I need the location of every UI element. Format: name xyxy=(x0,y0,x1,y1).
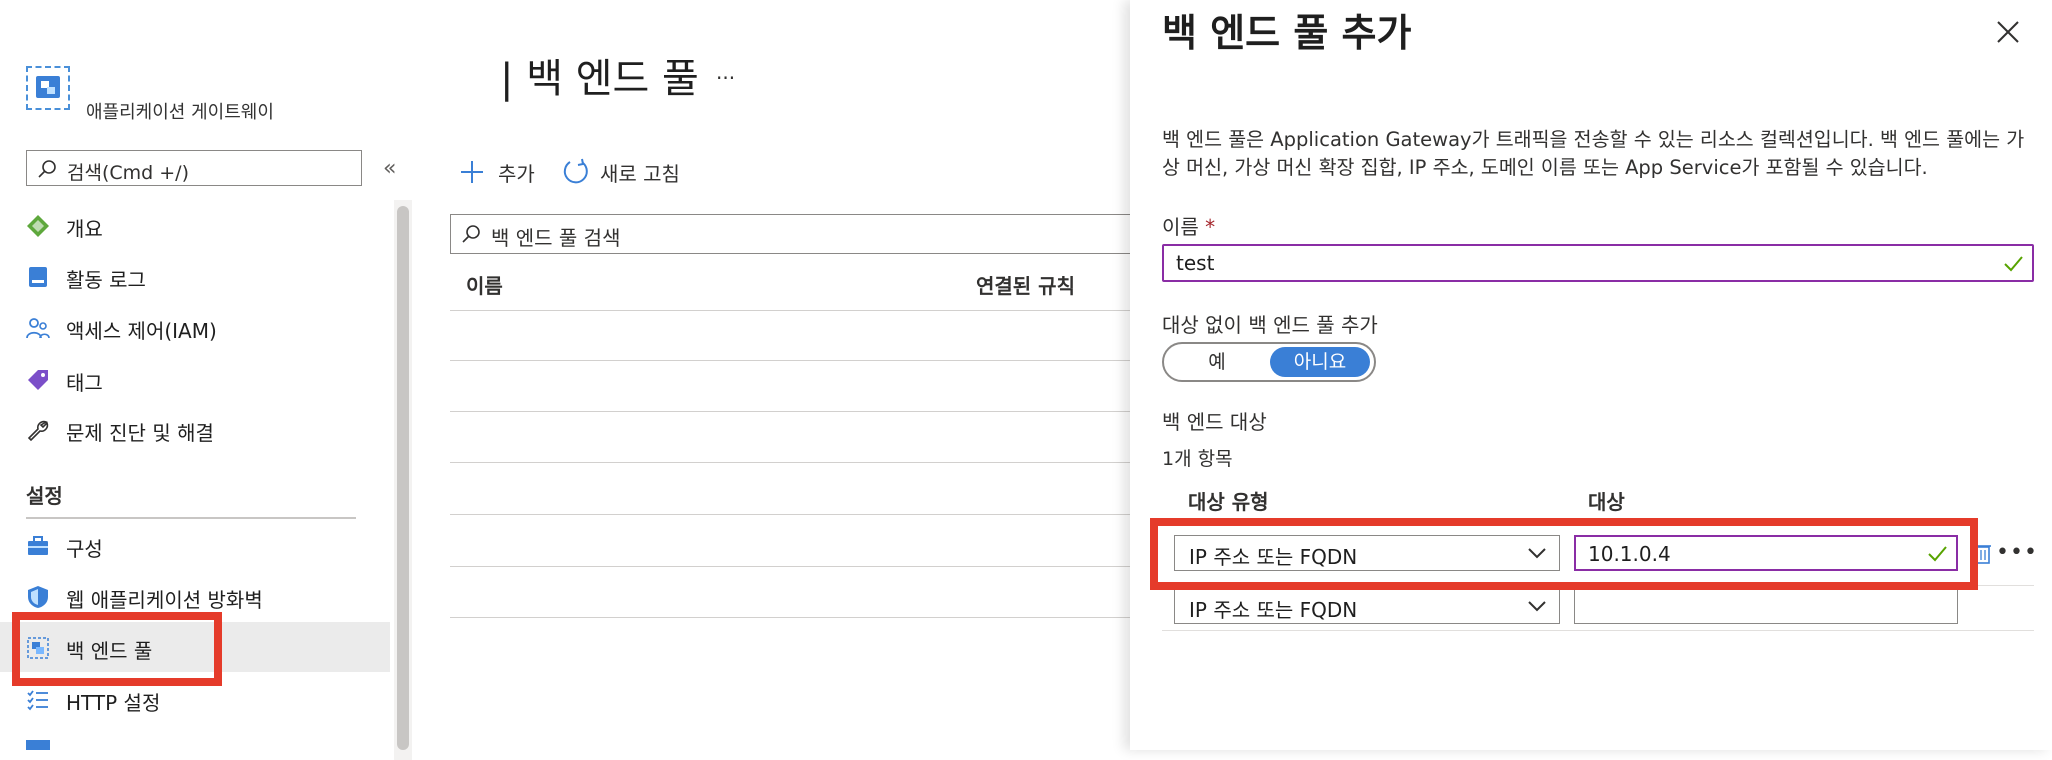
sidebar-item-label: 액세스 제어(IAM) xyxy=(66,319,217,343)
list-check-icon xyxy=(27,690,48,711)
shield-icon xyxy=(28,586,48,608)
name-input-value: test xyxy=(1176,251,1215,275)
overview-diamond-icon xyxy=(27,215,49,237)
sidebar-item-overview[interactable]: 개요 xyxy=(0,200,390,250)
target-type-value: IP 주소 또는 FQDN xyxy=(1189,598,1358,622)
collapse-sidebar-button[interactable]: « xyxy=(383,156,396,181)
column-header-target-type: 대상 유형 xyxy=(1188,490,1269,514)
wrench-icon xyxy=(27,420,49,442)
item-count: 1개 항목 xyxy=(1162,448,1233,470)
sidebar-item-configuration[interactable]: 구성 xyxy=(0,520,390,570)
activity-log-icon xyxy=(29,267,47,287)
panel-title: 백 엔드 풀 추가 xyxy=(1162,11,1412,55)
sidebar-scrollbar-thumb[interactable] xyxy=(397,206,409,750)
table-row-divider xyxy=(450,360,1150,361)
column-header-name[interactable]: 이름 xyxy=(466,270,503,299)
row-more-button[interactable]: ••• xyxy=(1996,540,2038,565)
table-row-divider xyxy=(450,514,1150,515)
sidebar-item-label: 문제 진단 및 해결 xyxy=(66,421,214,445)
table-row-divider xyxy=(450,310,1150,311)
required-mark: * xyxy=(1205,215,1216,239)
settings-section-title: 설정 xyxy=(26,484,63,508)
target-type-select[interactable]: IP 주소 또는 FQDN xyxy=(1174,588,1560,624)
search-icon xyxy=(38,160,56,178)
plus-icon xyxy=(461,161,483,183)
panel-description: 백 엔드 풀은 Application Gateway가 트래픽을 전송할 수 … xyxy=(1162,128,2025,179)
add-label: 추가 xyxy=(498,162,535,186)
column-header-target: 대상 xyxy=(1588,490,1625,514)
sidebar-item-label: 웹 애플리케이션 방화벽 xyxy=(66,588,263,612)
page-title: | 백 엔드 풀 xyxy=(500,56,699,102)
name-input[interactable]: test xyxy=(1162,244,2034,282)
backend-pools-highlight xyxy=(12,612,222,686)
name-label-text: 이름 xyxy=(1162,215,1199,239)
tag-icon xyxy=(28,370,48,390)
toggle-option-yes[interactable]: 예 xyxy=(1168,347,1266,377)
add-without-targets-toggle[interactable]: 예 아니요 xyxy=(1162,342,1376,382)
sidebar-search-input[interactable]: 검색(Cmd +/) xyxy=(26,150,362,186)
refresh-icon xyxy=(563,158,588,184)
toolbox-icon xyxy=(28,536,48,555)
sidebar-search-placeholder: 검색(Cmd +/) xyxy=(67,162,189,184)
backend-pool-search-input[interactable]: 백 엔드 풀 검색 xyxy=(450,214,1150,254)
sidebar-item-label: 개요 xyxy=(66,217,103,241)
sidebar-item-activity-log[interactable]: 활동 로그 xyxy=(0,251,390,301)
backend-pool-search-placeholder: 백 엔드 풀 검색 xyxy=(491,226,621,250)
refresh-label: 새로 고침 xyxy=(600,162,680,186)
table-row-divider xyxy=(1162,630,2034,631)
section-divider xyxy=(26,517,356,519)
table-row-divider xyxy=(450,617,1150,618)
sidebar-item-label: HTTP 설정 xyxy=(66,691,161,715)
chevron-down-icon xyxy=(1528,601,1546,612)
sidebar-item-label: 태그 xyxy=(66,371,103,395)
backend-targets-label: 백 엔드 대상 xyxy=(1162,410,1267,434)
sidebar-item-label: 활동 로그 xyxy=(66,268,146,292)
target-row-highlight xyxy=(1150,518,1978,590)
table-row-divider xyxy=(450,566,1150,567)
valid-check-icon xyxy=(2004,256,2023,272)
close-button[interactable] xyxy=(1992,16,2024,48)
people-icon xyxy=(26,318,50,339)
resource-icon xyxy=(26,66,70,110)
toggle-option-no[interactable]: 아니요 xyxy=(1270,347,1370,377)
sidebar-item-label: 구성 xyxy=(66,537,103,561)
frontend-ip-icon xyxy=(26,740,50,750)
sidebar-item-iam[interactable]: 액세스 제어(IAM) xyxy=(0,302,390,352)
table-row-divider xyxy=(450,411,1150,412)
table-row-divider xyxy=(450,462,1150,463)
no-target-label: 대상 없이 백 엔드 풀 추가 xyxy=(1162,313,1378,337)
more-options-button[interactable]: ... xyxy=(716,60,735,84)
target-input[interactable] xyxy=(1574,588,1958,624)
name-label: 이름 * xyxy=(1162,211,1215,240)
column-header-rules[interactable]: 연결된 규칙 xyxy=(976,270,1075,299)
refresh-button[interactable]: 새로 고침 xyxy=(560,154,690,190)
sidebar-item-tags[interactable]: 태그 xyxy=(0,354,390,404)
sidebar-item-diagnose[interactable]: 문제 진단 및 해결 xyxy=(0,404,390,454)
resource-name: 애플리케이션 게이트웨이 xyxy=(86,102,274,123)
search-icon xyxy=(462,225,480,243)
add-button[interactable]: 추가 xyxy=(458,154,548,190)
close-icon xyxy=(1997,21,2019,43)
